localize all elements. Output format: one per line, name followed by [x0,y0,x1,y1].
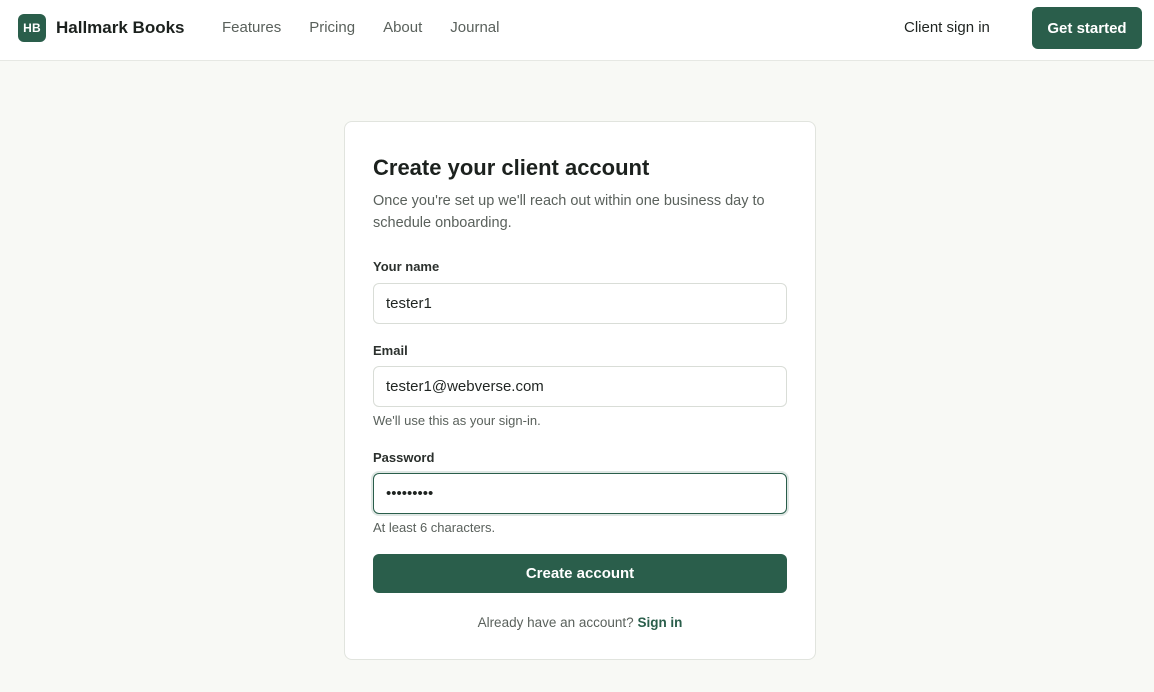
brand-name: Hallmark Books [56,18,185,37]
brand-logo[interactable]: HB Hallmark Books [18,14,185,42]
nav-links: Features Pricing About Journal [222,18,527,38]
email-label: Email [373,343,408,358]
name-label: Your name [373,259,440,274]
password-hint: At least 6 characters. [373,520,496,535]
password-input[interactable] [373,473,787,514]
client-sign-in-link[interactable]: Client sign in [904,18,990,38]
signup-card: Create your client account Once you're s… [344,121,816,660]
nav-link-pricing[interactable]: Pricing [309,18,355,38]
name-input[interactable] [373,283,787,324]
create-account-button[interactable]: Create account [373,554,787,593]
top-navigation: HB Hallmark Books Features Pricing About… [0,0,1154,61]
signin-prompt: Already have an account? Sign in [345,614,815,632]
nav-link-about[interactable]: About [383,18,422,38]
email-hint: We'll use this as your sign-in. [373,413,541,428]
password-label: Password [373,450,435,465]
get-started-button[interactable]: Get started [1032,7,1142,49]
sign-in-link[interactable]: Sign in [637,615,682,630]
nav-link-journal[interactable]: Journal [450,18,499,38]
page-subtitle: Once you're set up we'll reach out withi… [373,193,765,231]
page-title: Create your client account [373,155,650,180]
signin-prompt-text: Already have an account? [477,615,634,630]
nav-link-features[interactable]: Features [222,18,281,38]
logo-mark-icon: HB [18,14,46,42]
email-input[interactable] [373,366,787,407]
